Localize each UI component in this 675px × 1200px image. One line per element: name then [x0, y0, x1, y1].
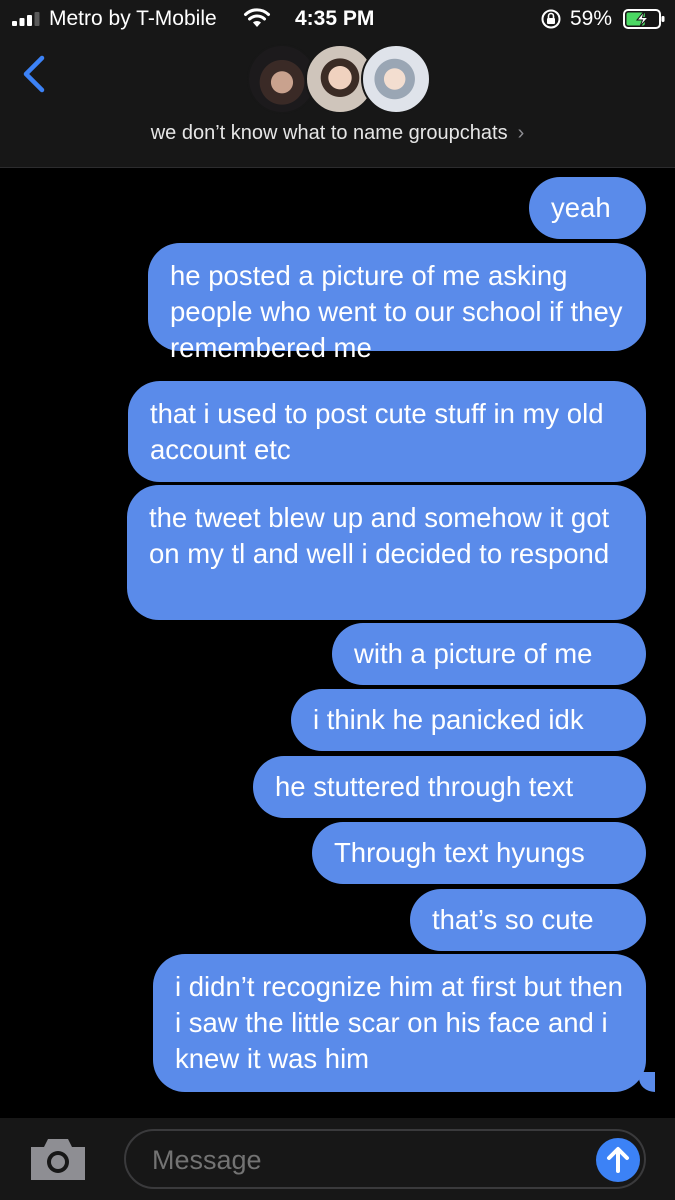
send-button[interactable] [596, 1138, 640, 1182]
message-field[interactable] [124, 1129, 646, 1189]
compose-bar [0, 1118, 675, 1200]
battery-percentage: 59% [570, 7, 613, 30]
message-bubble[interactable]: that i used to post cute stuff in my old… [128, 381, 646, 482]
status-bar: Metro by T-Mobile 4:35 PM 59% [0, 0, 675, 38]
conversation-header: we don’t know what to name groupchats › [0, 38, 675, 168]
camera-icon[interactable] [28, 1135, 88, 1183]
message-bubble[interactable]: he posted a picture of me asking people … [148, 243, 646, 363]
cellular-signal-icon [12, 12, 40, 26]
message-bubble[interactable]: i didn’t recognize him at first but then… [153, 954, 646, 1092]
chevron-left-icon[interactable] [20, 54, 50, 94]
group-name: we don’t know what to name groupchats [150, 122, 508, 144]
message-bubble[interactable]: the tweet blew up and somehow it got on … [127, 485, 646, 620]
message-bubble[interactable]: Through text hyungs [312, 822, 646, 884]
battery-charging-icon [623, 9, 665, 29]
message-bubble[interactable]: with a picture of me [332, 623, 646, 685]
arrow-up-icon [607, 1147, 629, 1173]
message-input[interactable] [150, 1139, 584, 1181]
message-thread[interactable]: yeah he posted a picture of me asking pe… [0, 168, 675, 1118]
avatar [361, 44, 431, 114]
bubble-tail [639, 1072, 655, 1092]
wifi-icon [244, 8, 270, 27]
message-bubble[interactable]: that’s so cute [410, 889, 646, 951]
orientation-lock-icon [541, 9, 561, 29]
group-avatars[interactable] [247, 44, 432, 116]
message-bubble[interactable]: yeah [529, 177, 646, 239]
message-bubble[interactable]: i think he panicked idk [291, 689, 646, 751]
clock: 4:35 PM [295, 7, 375, 30]
chevron-right-icon: › [517, 122, 525, 144]
message-bubble[interactable]: he stuttered through text [253, 756, 646, 818]
carrier-name: Metro by T-Mobile [49, 7, 217, 30]
group-name-button[interactable]: we don’t know what to name groupchats › [0, 122, 675, 145]
